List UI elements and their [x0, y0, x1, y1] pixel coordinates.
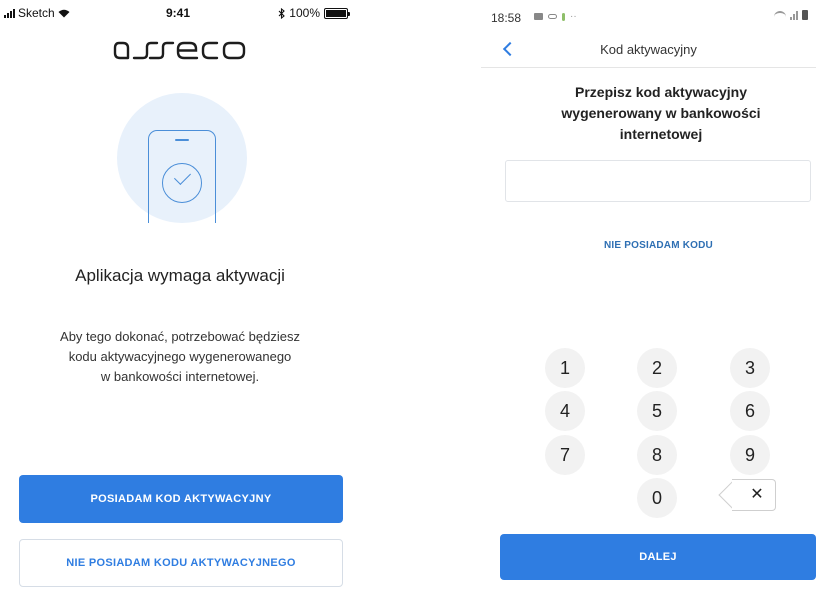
signal-icon: [790, 11, 798, 20]
gallery-icon: [534, 13, 543, 20]
activation-illustration: [117, 93, 247, 223]
have-activation-code-button[interactable]: POSIADAM KOD AKTYWACYJNY: [19, 475, 343, 523]
app-notification-icon: [562, 12, 565, 21]
carrier-info: Sketch: [4, 6, 70, 20]
battery-status: 100%: [278, 6, 350, 20]
system-icons: [774, 10, 808, 20]
status-bar-right: 18:58 ··: [481, 0, 816, 30]
no-code-link[interactable]: NIE POSIADAM KODU: [481, 240, 816, 251]
description-line: w bankowości internetowej.: [100, 369, 260, 384]
keypad-key-4[interactable]: 4: [545, 391, 585, 431]
notification-icons: ··: [534, 11, 577, 22]
keypad-key-6[interactable]: 6: [730, 391, 770, 431]
page-title: Kod aktywacyjny: [600, 42, 697, 57]
link-icon: [548, 14, 557, 19]
instruction-line: wygenerowany w bankowości: [561, 105, 761, 121]
status-bar-left: Sketch 9:41 100%: [0, 0, 360, 24]
signal-icon: [4, 8, 15, 18]
description-line: Aby tego dokonać, potrzebować będziesz: [60, 329, 300, 344]
description-line: kodu aktywacyjnego wygenerowanego: [68, 349, 292, 364]
right-screen: 18:58 ·· Kod aktywacyjny Przepisz kod ak…: [481, 0, 816, 593]
battery-icon: [802, 10, 808, 20]
battery-icon: [324, 7, 350, 19]
keypad-key-3[interactable]: 3: [730, 348, 770, 388]
nav-bar: Kod aktywacyjny: [481, 32, 816, 68]
next-button[interactable]: DALEJ: [500, 534, 816, 580]
carrier-name: Sketch: [18, 6, 55, 20]
keypad-key-9[interactable]: 9: [730, 435, 770, 475]
phone-check-icon: [148, 130, 216, 223]
left-screen: Sketch 9:41 100% Aplikacja wymaga aktywa…: [0, 0, 360, 593]
instruction-line: internetowej: [619, 126, 703, 142]
keypad-key-5[interactable]: 5: [637, 391, 677, 431]
bluetooth-icon: [278, 7, 286, 19]
instruction-line: Przepisz kod aktywacyjny: [575, 84, 747, 100]
keypad-key-0[interactable]: 0: [637, 478, 677, 518]
phone-speaker: [175, 139, 189, 141]
status-time: 18:58: [491, 11, 522, 25]
wifi-icon: [58, 9, 70, 17]
activation-code-input[interactable]: [505, 160, 811, 202]
wifi-icon: [774, 11, 786, 20]
more-notifications: ··: [570, 11, 577, 22]
asseco-logo: [0, 38, 360, 67]
no-activation-code-button[interactable]: NIE POSIADAM KODU AKTYWACYJNEGO: [19, 539, 343, 587]
status-time: 9:41: [166, 6, 191, 20]
keypad-key-7[interactable]: 7: [545, 435, 585, 475]
asseco-logo-mark: [113, 41, 246, 60]
keypad-key-2[interactable]: 2: [637, 348, 677, 388]
backspace-x-icon: ✕: [750, 486, 764, 503]
activation-description: Aby tego dokonać, potrzebować będziesz k…: [30, 327, 330, 387]
keypad-key-1[interactable]: 1: [545, 348, 585, 388]
keypad-backspace[interactable]: ✕: [718, 479, 778, 511]
code-instruction: Przepisz kod aktywacyjny wygenerowany w …: [511, 82, 811, 145]
activation-title: Aplikacja wymaga aktywacji: [75, 266, 285, 285]
check-circle-icon: [162, 163, 202, 203]
keypad-key-8[interactable]: 8: [637, 435, 677, 475]
battery-percent: 100%: [289, 6, 320, 20]
